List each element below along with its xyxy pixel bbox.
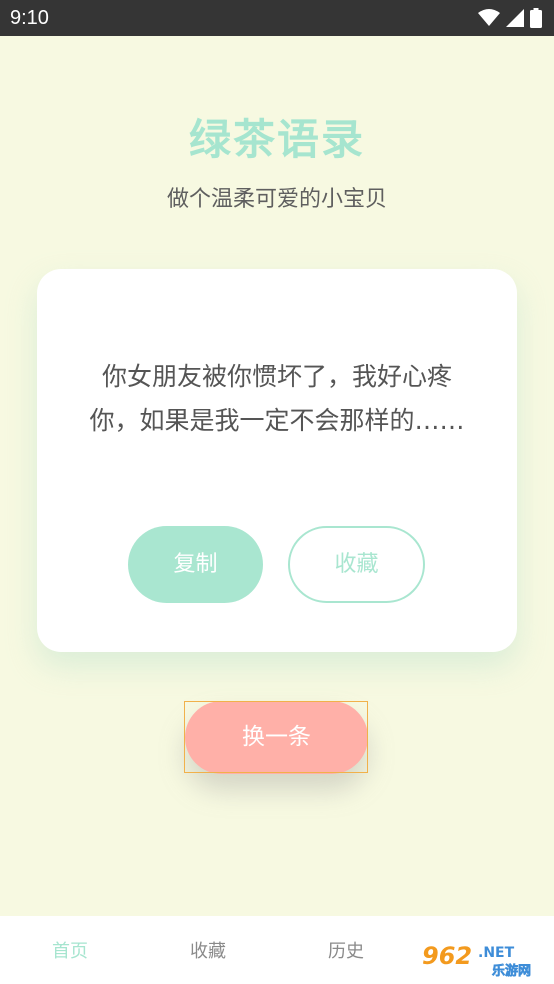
nav-item-history[interactable]: 历史 [306, 940, 386, 964]
quote-text: 你女朋友被你惯坏了，我好心疼你，如果是我一定不会那样的…… [89, 362, 465, 435]
nav-item-home[interactable]: 首页 [30, 940, 110, 964]
status-time: 9:10 [10, 7, 49, 29]
bottom-nav: 首页 收藏 历史 [0, 916, 554, 984]
copy-button[interactable]: 复制 [128, 526, 263, 603]
app-title: 绿茶语录 [188, 115, 365, 164]
quote-card: 你女朋友被你惯坏了，我好心疼你，如果是我一定不会那样的…… 复制 收藏 [37, 269, 517, 652]
cellular-signal-icon [506, 9, 524, 27]
status-bar: 9:10 [0, 0, 554, 36]
nav-item-favorites[interactable]: 收藏 [168, 940, 248, 964]
app-subtitle: 做个温柔可爱的小宝贝 [166, 187, 387, 212]
next-quote-button[interactable]: 换一条 [185, 701, 368, 774]
status-icons [478, 8, 542, 28]
battery-icon [530, 8, 542, 28]
wifi-icon [478, 9, 500, 26]
favorite-button[interactable]: 收藏 [288, 526, 425, 603]
